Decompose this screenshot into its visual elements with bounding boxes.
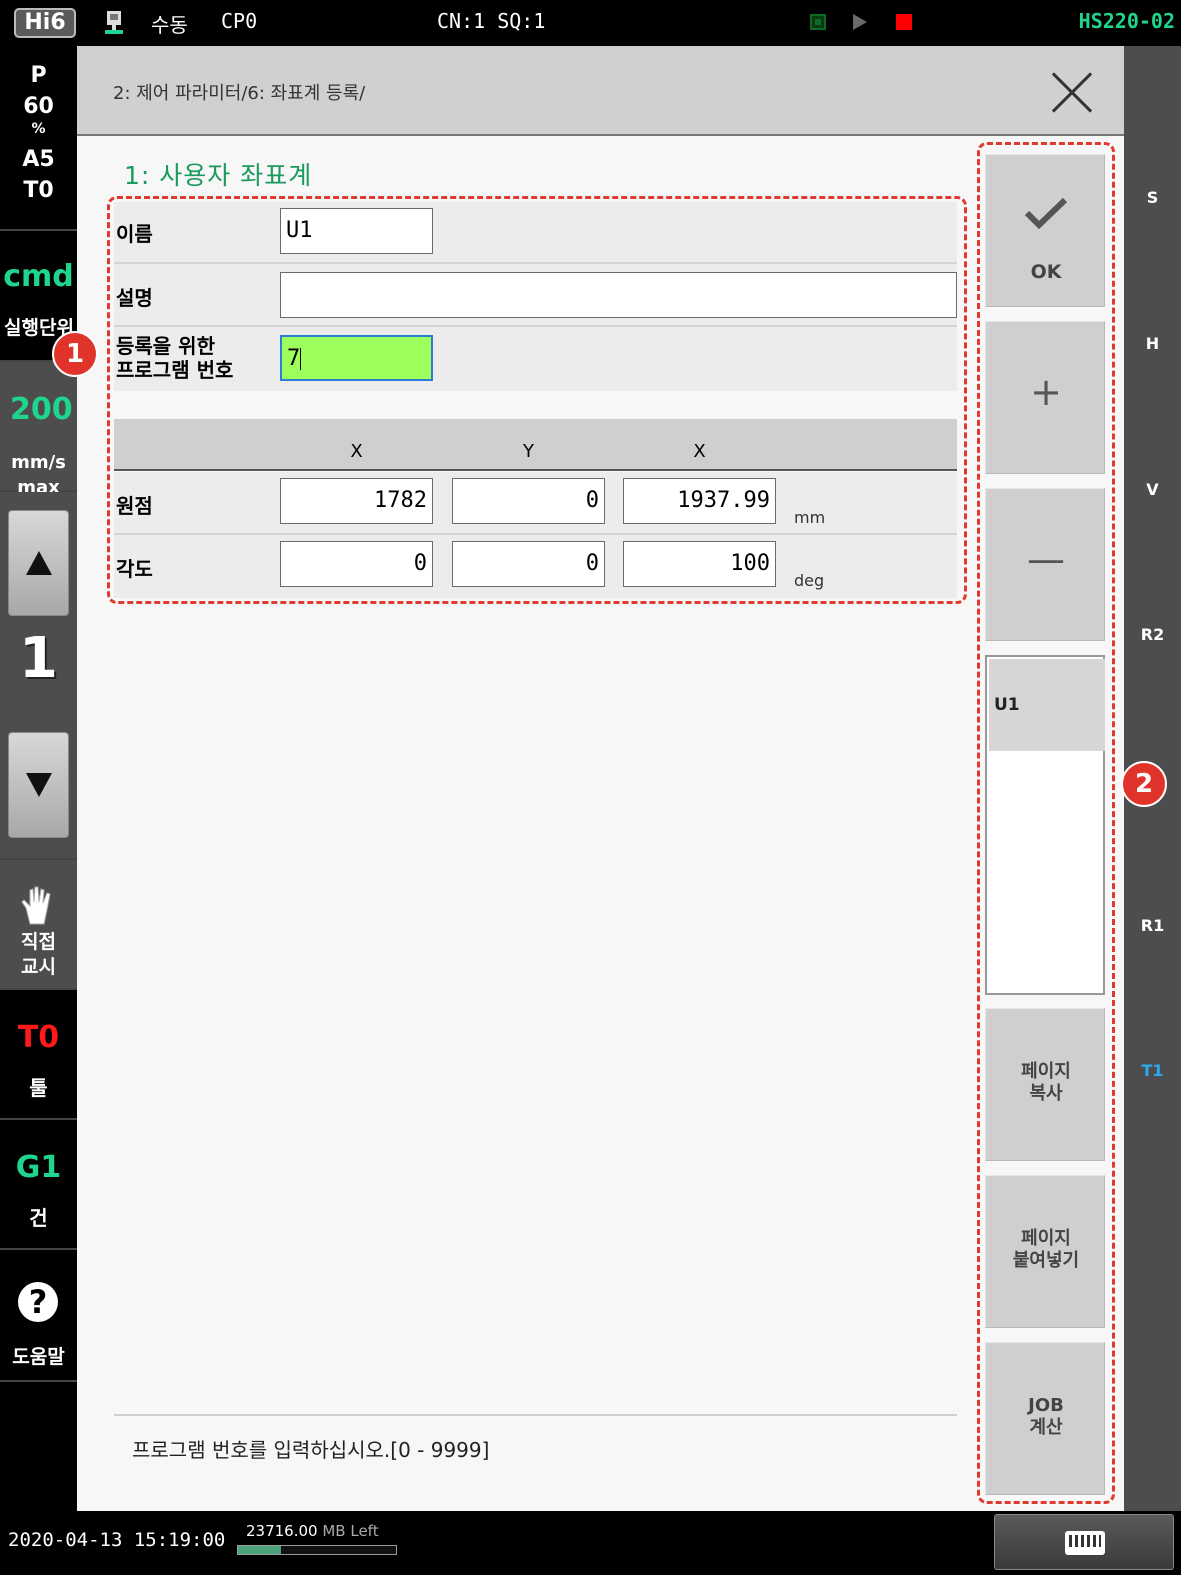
ok-label: OK [1030, 261, 1062, 283]
close-icon[interactable] [1049, 69, 1095, 115]
direct-teach-line2: 교시 [21, 956, 56, 978]
callout-marker-2: 2 [1121, 761, 1167, 807]
job-calc-button[interactable]: JOB 계산 [985, 1342, 1105, 1495]
cmd-label: cmd [3, 259, 74, 294]
manual-speed-value: 200 [10, 392, 73, 427]
gun-value: G1 [15, 1150, 62, 1185]
input-prompt: 프로그램 번호를 입력하십시오.[0 - 9999] [132, 1438, 490, 1462]
job-calc-line2: 계산 [1029, 1417, 1063, 1438]
memory-fill [238, 1546, 281, 1554]
highlight-box-form [107, 196, 967, 604]
speed-override-panel[interactable]: P 60 % A5 T0 [0, 46, 77, 231]
teach-pendant-icon [105, 11, 123, 34]
memory-status: 23716.00 MB Left [246, 1522, 379, 1540]
axis-label-r2: R2 [1140, 625, 1165, 644]
stop-icon [896, 14, 912, 30]
play-icon [853, 14, 867, 30]
callout-marker-1: 1 [52, 331, 98, 377]
paste-page-label: 페이지 붙여넣기 [986, 1228, 1106, 1272]
override-unit: % [31, 121, 46, 137]
section-title: 1: 사용자 좌표계 [124, 161, 313, 190]
direct-teach-line1: 직접 [21, 931, 56, 953]
hand-icon [21, 886, 51, 925]
speed-up-button[interactable] [8, 510, 69, 616]
copy-page-label: 페이지 복사 [986, 1061, 1106, 1105]
tool-selector[interactable]: T0 툴 [0, 990, 77, 1120]
add-button[interactable]: + [985, 321, 1105, 474]
arrow-down-icon [26, 773, 52, 797]
speed-step-panel: 1 [0, 492, 77, 860]
softkey-panel: OK + — U1 페이지 복사 페이지 붙여넣기 JOB 계산 [977, 142, 1115, 1508]
t-value: T0 [23, 178, 54, 203]
datetime: 2020-04-13 15:19:00 [8, 1529, 226, 1551]
memory-bar [237, 1545, 397, 1555]
axis-label-t1: T1 [1141, 1061, 1164, 1080]
tool-value: T0 [17, 1020, 60, 1055]
hi6-logo: Hi6 [14, 8, 76, 38]
direct-teach-button[interactable]: 직접 교시 [0, 860, 77, 990]
paste-page-line1: 페이지 [1021, 1228, 1071, 1249]
remove-button[interactable]: — [985, 488, 1105, 641]
question-icon: ? [18, 1282, 58, 1322]
cp-status: CP0 [221, 9, 258, 33]
paste-page-button[interactable]: 페이지 붙여넣기 [985, 1175, 1105, 1328]
copy-page-button[interactable]: 페이지 복사 [985, 1008, 1105, 1161]
axis-label-h: H [1145, 334, 1160, 353]
job-calc-label: JOB 계산 [986, 1395, 1106, 1439]
panel-header: 2: 제어 파라미터/6: 좌표계 등록/ [77, 46, 1124, 136]
coordinate-registration-panel: 2: 제어 파라미터/6: 좌표계 등록/ 1: 사용자 좌표계 이름 U1 설… [77, 46, 1124, 1511]
ok-button[interactable]: OK [985, 154, 1105, 307]
status-bar: Hi6 수동 CP0 CN:1 SQ:1 HS220-02 [0, 0, 1181, 46]
plus-icon: + [1030, 370, 1062, 414]
check-icon [1024, 197, 1068, 229]
operation-mode: 수동 [151, 13, 188, 37]
job-calc-line1: JOB [1028, 1395, 1064, 1416]
robot-model: HS220-02 [1078, 9, 1175, 33]
axis-label-r1: R1 [1140, 916, 1165, 935]
help-label: 도움말 [12, 1346, 65, 1368]
help-button[interactable]: ? 도움말 [0, 1250, 77, 1382]
left-sidebar: P 60 % A5 T0 cmd 실행단위 200 mm/s max 1 직접 … [0, 46, 77, 1511]
breadcrumb: 2: 제어 파라미터/6: 좌표계 등록/ [113, 83, 366, 104]
prompt-divider [114, 1414, 957, 1416]
keyboard-icon [1065, 1531, 1105, 1555]
bottom-status-bar: 2020-04-13 15:19:00 23716.00 MB Left [0, 1511, 1181, 1575]
manual-speed-unit-line1: mm/s [11, 452, 66, 473]
axis-label-v: V [1146, 480, 1159, 499]
cn-sq-status: CN:1 SQ:1 [437, 9, 546, 33]
override-value: 60 [23, 94, 54, 119]
paste-page-line2: 붙여넣기 [1012, 1250, 1080, 1271]
minus-icon: — [1027, 537, 1065, 581]
arrow-up-icon [26, 551, 52, 575]
memory-value: 23716.00 [246, 1522, 318, 1540]
copy-page-line1: 페이지 [1021, 1061, 1071, 1082]
speed-step-value: 1 [19, 626, 58, 691]
memory-unit: MB Left [322, 1522, 379, 1540]
motor-status-icon [810, 14, 826, 30]
gun-label: 건 [29, 1206, 48, 1230]
gun-selector[interactable]: G1 건 [0, 1120, 77, 1250]
axis-label-s: S [1146, 188, 1159, 207]
keyboard-button[interactable] [994, 1514, 1174, 1570]
tool-label: 툴 [29, 1076, 48, 1100]
override-prefix: P [30, 63, 47, 88]
list-item[interactable]: U1 [989, 659, 1105, 751]
speed-down-button[interactable] [8, 732, 69, 838]
copy-page-line2: 복사 [1029, 1083, 1063, 1104]
direct-teach-label: 직접 교시 [0, 930, 77, 980]
manual-speed-panel[interactable]: 200 mm/s max [0, 362, 77, 498]
coordinate-list[interactable]: U1 [985, 655, 1105, 995]
a-value: A5 [22, 147, 55, 172]
